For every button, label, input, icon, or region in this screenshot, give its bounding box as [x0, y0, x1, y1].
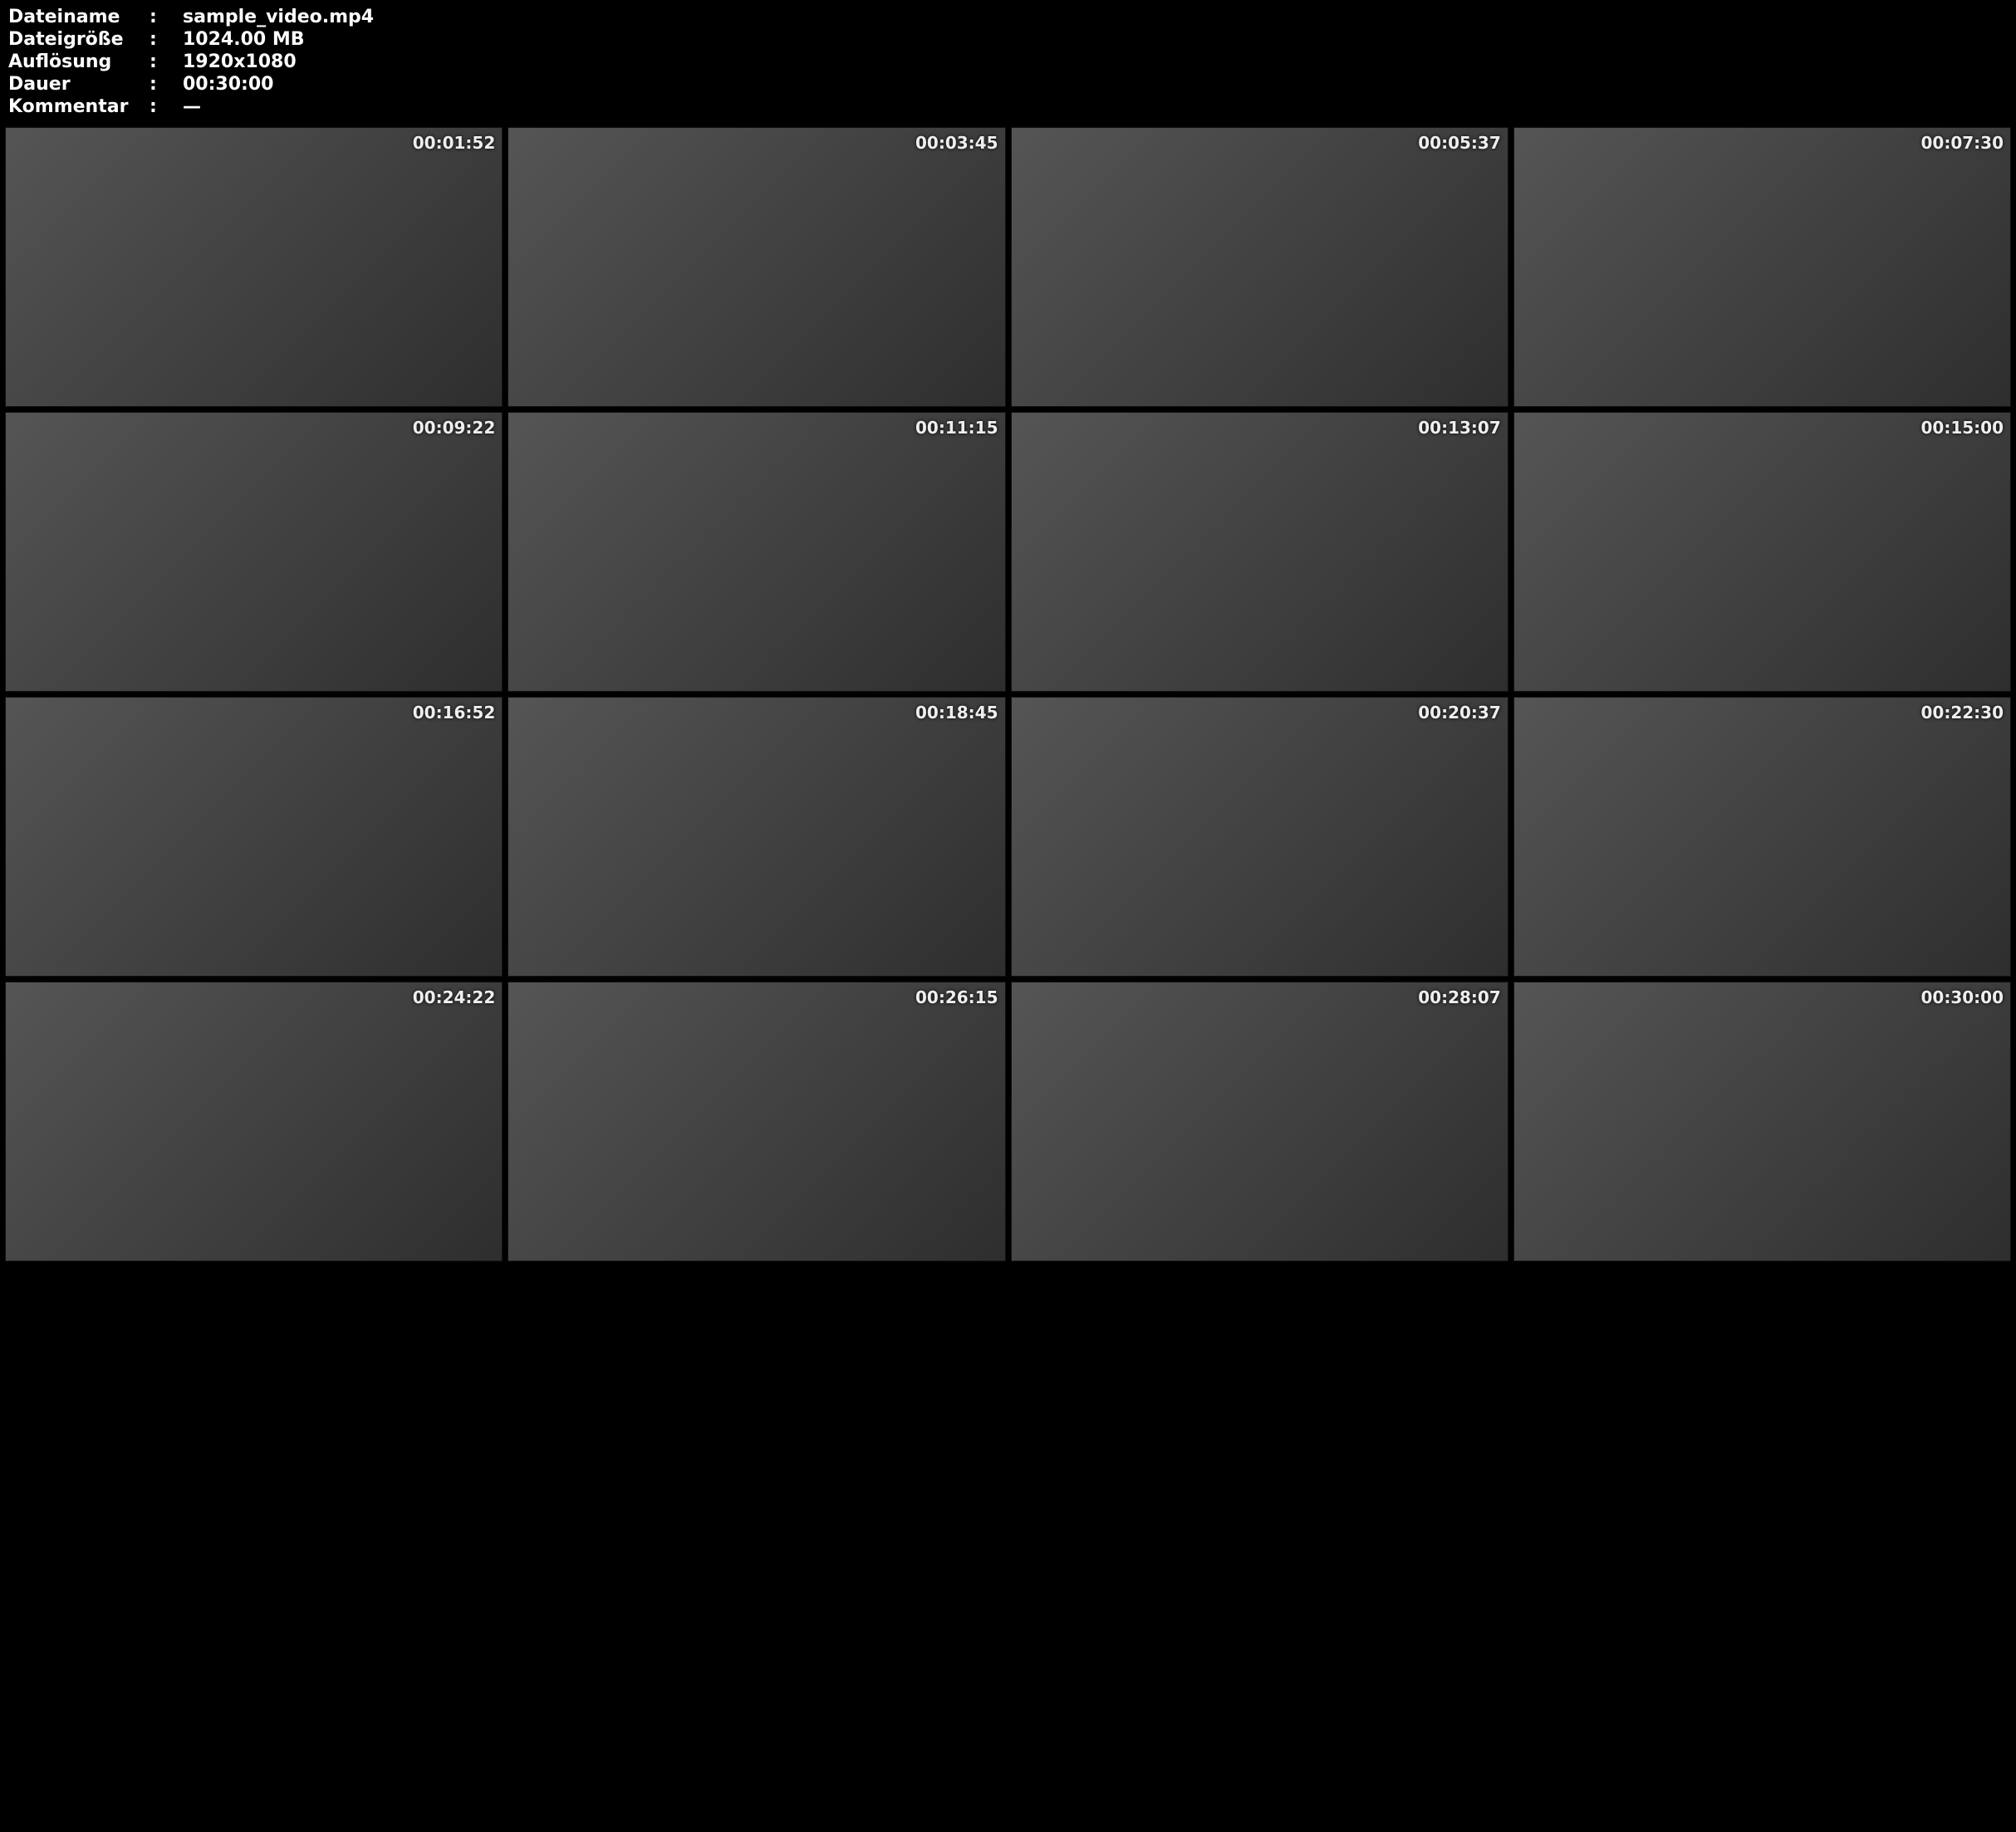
timestamp-overlay: 00:22:30: [1921, 703, 2004, 723]
timestamp-overlay: 00:20:37: [1418, 703, 1501, 723]
thumbnail-grid: 00:01:52 00:03:45 00:05:37 00:07:30 00:09:22…: [0, 122, 2016, 1266]
metadata-value: 00:30:00: [183, 74, 273, 95]
timestamp-overlay: 00:03:45: [915, 133, 998, 153]
metadata-row: Dateigröße:1024.00 MB: [8, 29, 2008, 50]
timestamp-overlay: 00:24:22: [413, 987, 496, 1007]
timestamp-overlay: 00:16:52: [413, 703, 496, 723]
metadata-value: 1024.00 MB: [183, 29, 305, 50]
metadata-row: Auflösung:1920x1080: [8, 51, 2008, 72]
metadata-value: sample_video.mp4: [183, 7, 374, 27]
video-thumbnail[interactable]: 00:16:52: [5, 697, 503, 977]
metadata-label: Dauer: [8, 74, 150, 95]
timestamp-overlay: 00:30:00: [1921, 987, 2004, 1007]
video-thumbnail[interactable]: 00:05:37: [1011, 127, 1508, 407]
video-thumbnail[interactable]: 00:15:00: [1513, 412, 2011, 692]
timestamp-overlay: 00:07:30: [1921, 133, 2004, 153]
timestamp-overlay: 00:05:37: [1418, 133, 1501, 153]
timestamp-overlay: 00:13:07: [1418, 418, 1501, 438]
metadata-value: 1920x1080: [183, 51, 297, 72]
timestamp-overlay: 00:26:15: [915, 987, 998, 1007]
timestamp-overlay: 00:09:22: [413, 418, 496, 438]
video-thumbnail[interactable]: 00:03:45: [508, 127, 1005, 407]
metadata-row: Dateiname:sample_video.mp4: [8, 7, 2008, 27]
video-thumbnail[interactable]: 00:11:15: [508, 412, 1005, 692]
metadata-label: Dateigröße: [8, 29, 150, 50]
timestamp-overlay: 00:01:52: [413, 133, 496, 153]
metadata-row: Dauer:00:30:00: [8, 74, 2008, 95]
video-thumbnail[interactable]: 00:18:45: [508, 697, 1005, 977]
metadata-colon: :: [150, 51, 183, 72]
video-thumbnail[interactable]: 00:13:07: [1011, 412, 1508, 692]
metadata-colon: :: [150, 7, 183, 27]
video-thumbnail[interactable]: 00:28:07: [1011, 982, 1508, 1261]
timestamp-overlay: 00:11:15: [915, 418, 998, 438]
metadata-label: Dateiname: [8, 7, 150, 27]
video-thumbnail[interactable]: 00:20:37: [1011, 697, 1508, 977]
metadata-value: —: [183, 96, 201, 117]
timestamp-overlay: 00:18:45: [915, 703, 998, 723]
metadata-colon: :: [150, 96, 183, 117]
metadata-label: Kommentar: [8, 96, 150, 117]
metadata-colon: :: [150, 29, 183, 50]
timestamp-overlay: 00:15:00: [1921, 418, 2004, 438]
video-thumbnail[interactable]: 00:07:30: [1513, 127, 2011, 407]
video-thumbnail[interactable]: 00:09:22: [5, 412, 503, 692]
video-thumbnail[interactable]: 00:30:00: [1513, 982, 2011, 1261]
video-thumbnail[interactable]: 00:26:15: [508, 982, 1005, 1261]
video-thumbnail[interactable]: 00:24:22: [5, 982, 503, 1261]
metadata-colon: :: [150, 74, 183, 95]
metadata-label: Auflösung: [8, 51, 150, 72]
video-thumbnail[interactable]: 00:01:52: [5, 127, 503, 407]
video-thumbnail[interactable]: 00:22:30: [1513, 697, 2011, 977]
metadata-row: Kommentar:—: [8, 96, 2008, 117]
metadata-header: Dateiname:sample_video.mp4Dateigröße:102…: [0, 0, 2016, 122]
timestamp-overlay: 00:28:07: [1418, 987, 1501, 1007]
